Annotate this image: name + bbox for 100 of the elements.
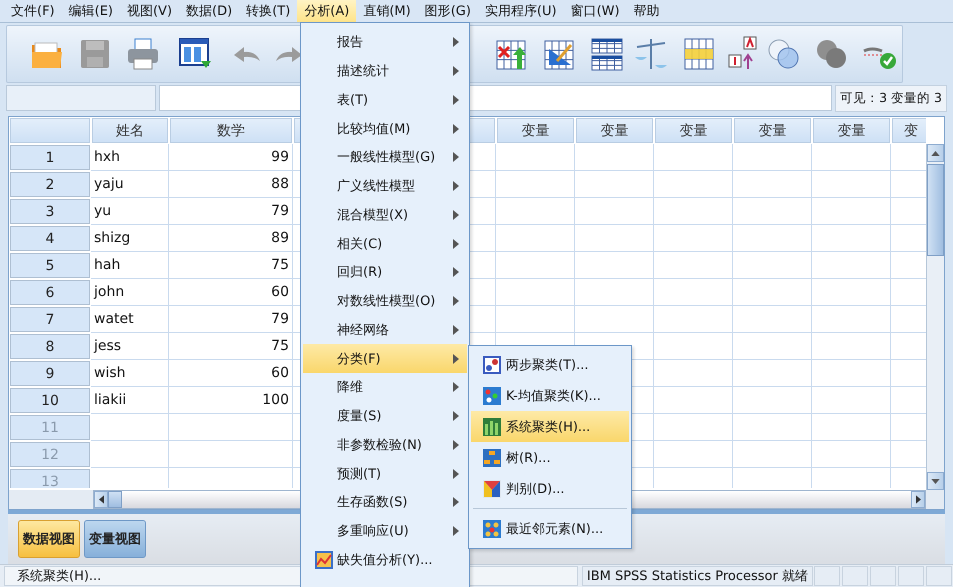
menu-title[interactable]: 转换(T)	[239, 0, 298, 22]
visible-variables-label: 可见：3 变量的 3	[835, 84, 947, 112]
vertical-scrollbar[interactable]	[926, 144, 944, 490]
processor-status: IBM SPSS Statistics Processor 就绪	[582, 566, 813, 586]
table-cell: john	[91, 279, 169, 306]
menu-title[interactable]: 帮助	[626, 0, 667, 22]
menu-item[interactable]: 树(R)...	[471, 442, 629, 473]
row-number[interactable]: 4	[10, 226, 90, 251]
submenu-arrow-icon	[453, 37, 459, 48]
table-cell: 99	[169, 144, 293, 171]
menu-item[interactable]: 度量(S)	[303, 402, 467, 430]
table-cell: 60	[169, 360, 293, 387]
column-header[interactable]: 变量	[734, 118, 811, 143]
table-cell: 79	[169, 198, 293, 225]
menu-item[interactable]: 判别(D)...	[471, 473, 629, 504]
submenu-arrow-icon	[453, 210, 459, 220]
menu-item[interactable]: 回归(R)	[303, 258, 467, 287]
submenu-arrow-icon	[453, 124, 459, 134]
scatter-icon	[483, 386, 501, 404]
bar-chart-icon	[483, 418, 501, 436]
view-tab[interactable]: 数据视图	[18, 520, 80, 558]
cell-reference-field[interactable]	[6, 85, 156, 111]
menu-item[interactable]: 预测(T)	[303, 459, 467, 488]
menu-title[interactable]: 图形(G)	[418, 0, 478, 22]
scroll-thumb[interactable]	[108, 491, 122, 508]
scroll-arrow-icon[interactable]	[931, 150, 940, 156]
row-number[interactable]: 10	[10, 388, 90, 413]
table-cell: 60	[169, 279, 293, 306]
column-header[interactable]: 变量	[813, 118, 890, 143]
submenu-arrow-icon	[453, 411, 459, 422]
chart-icon	[315, 550, 333, 569]
menu-item[interactable]: 生存函数(S)	[303, 488, 467, 517]
submenu-arrow-icon	[453, 382, 459, 392]
menu-item[interactable]: 对数线性模型(O)	[303, 286, 467, 316]
scroll-arrow-icon[interactable]	[916, 495, 920, 504]
menu-item[interactable]: 神经网络	[303, 316, 467, 344]
menu-item[interactable]: 描述统计	[303, 56, 467, 86]
menu-title[interactable]: 数据(D)	[179, 0, 240, 22]
table-cell: liakii	[91, 387, 169, 414]
column-header[interactable]: 变量	[576, 118, 653, 143]
scroll-arrow-icon[interactable]	[931, 478, 940, 484]
menu-item[interactable]: 比较均值(M)	[303, 114, 467, 143]
row-number[interactable]: 8	[10, 334, 90, 359]
table-cell: 75	[169, 252, 293, 279]
menu-item[interactable]: 系统聚类(H)...	[471, 411, 629, 442]
submenu-arrow-icon	[453, 324, 459, 335]
scroll-arrow-icon[interactable]	[98, 495, 104, 504]
menu-title[interactable]: 直销(M)	[356, 0, 418, 22]
submenu-arrow-icon	[453, 181, 459, 192]
table-cell: 89	[169, 225, 293, 252]
menu-item[interactable]: 多重响应(U)	[303, 516, 467, 546]
menu-item[interactable]: 相关(C)	[303, 229, 467, 258]
menu-item[interactable]: 广义线性模型	[303, 172, 467, 200]
submenu-arrow-icon	[453, 152, 459, 162]
menu-item[interactable]: 分类(F)	[303, 344, 467, 373]
menu-item[interactable]: 最近邻元素(N)...	[471, 513, 629, 544]
menu-title[interactable]: 实用程序(U)	[478, 0, 564, 22]
table-cell: shizg	[91, 225, 169, 252]
dots-icon	[483, 520, 501, 538]
cluster-icon	[483, 356, 501, 374]
table-cell: jess	[91, 333, 169, 360]
row-number[interactable]: 2	[10, 172, 90, 197]
column-header[interactable]: 姓名	[92, 118, 168, 143]
menu-title[interactable]: 编辑(E)	[62, 0, 120, 22]
table-cell: 75	[169, 333, 293, 360]
table-cell: yu	[91, 198, 169, 225]
column-header[interactable]: 变量	[655, 118, 732, 143]
column-header[interactable]: 数学	[170, 118, 292, 143]
column-header[interactable]: 变	[892, 118, 926, 143]
row-number[interactable]: 9	[10, 361, 90, 386]
table-cell: 100	[169, 387, 293, 414]
menu-title[interactable]: 视图(V)	[120, 0, 180, 22]
column-header[interactable]: 变量	[497, 118, 574, 143]
table-cell: hxh	[91, 144, 169, 171]
menu-item[interactable]: 混合模型(X)	[303, 200, 467, 230]
menu-item[interactable]: 非参数检验(N)	[303, 430, 467, 460]
row-number[interactable]: 7	[10, 307, 90, 332]
submenu-arrow-icon	[453, 238, 459, 249]
menu-title[interactable]: 文件(F)	[4, 0, 62, 22]
row-number[interactable]: 5	[10, 253, 90, 278]
row-number[interactable]: 6	[10, 280, 90, 305]
submenu-arrow-icon	[453, 526, 459, 536]
submenu-arrow-icon	[453, 497, 459, 508]
menu-title[interactable]: 窗口(W)	[564, 0, 627, 22]
row-number[interactable]: 1	[10, 145, 90, 170]
table-cell: yaju	[91, 171, 169, 198]
submenu-arrow-icon	[453, 468, 459, 479]
submenu-arrow-icon	[453, 440, 459, 450]
menu-item[interactable]: 降维	[303, 373, 467, 402]
menu-title[interactable]: 分析(A)	[297, 0, 356, 22]
menu-item[interactable]: 表(T)	[303, 86, 467, 114]
scroll-thumb[interactable]	[927, 164, 944, 256]
menu-item[interactable]: 报告	[303, 28, 467, 57]
row-number[interactable]: 3	[10, 199, 90, 224]
table-cell: 88	[169, 171, 293, 198]
view-tab[interactable]: 变量视图	[84, 520, 146, 558]
menu-item[interactable]: 两步聚类(T)...	[471, 349, 629, 380]
menu-item[interactable]: K-均值聚类(K)...	[471, 380, 629, 411]
menu-item[interactable]: 一般线性模型(G)	[303, 143, 467, 172]
submenu-arrow-icon	[453, 66, 459, 76]
